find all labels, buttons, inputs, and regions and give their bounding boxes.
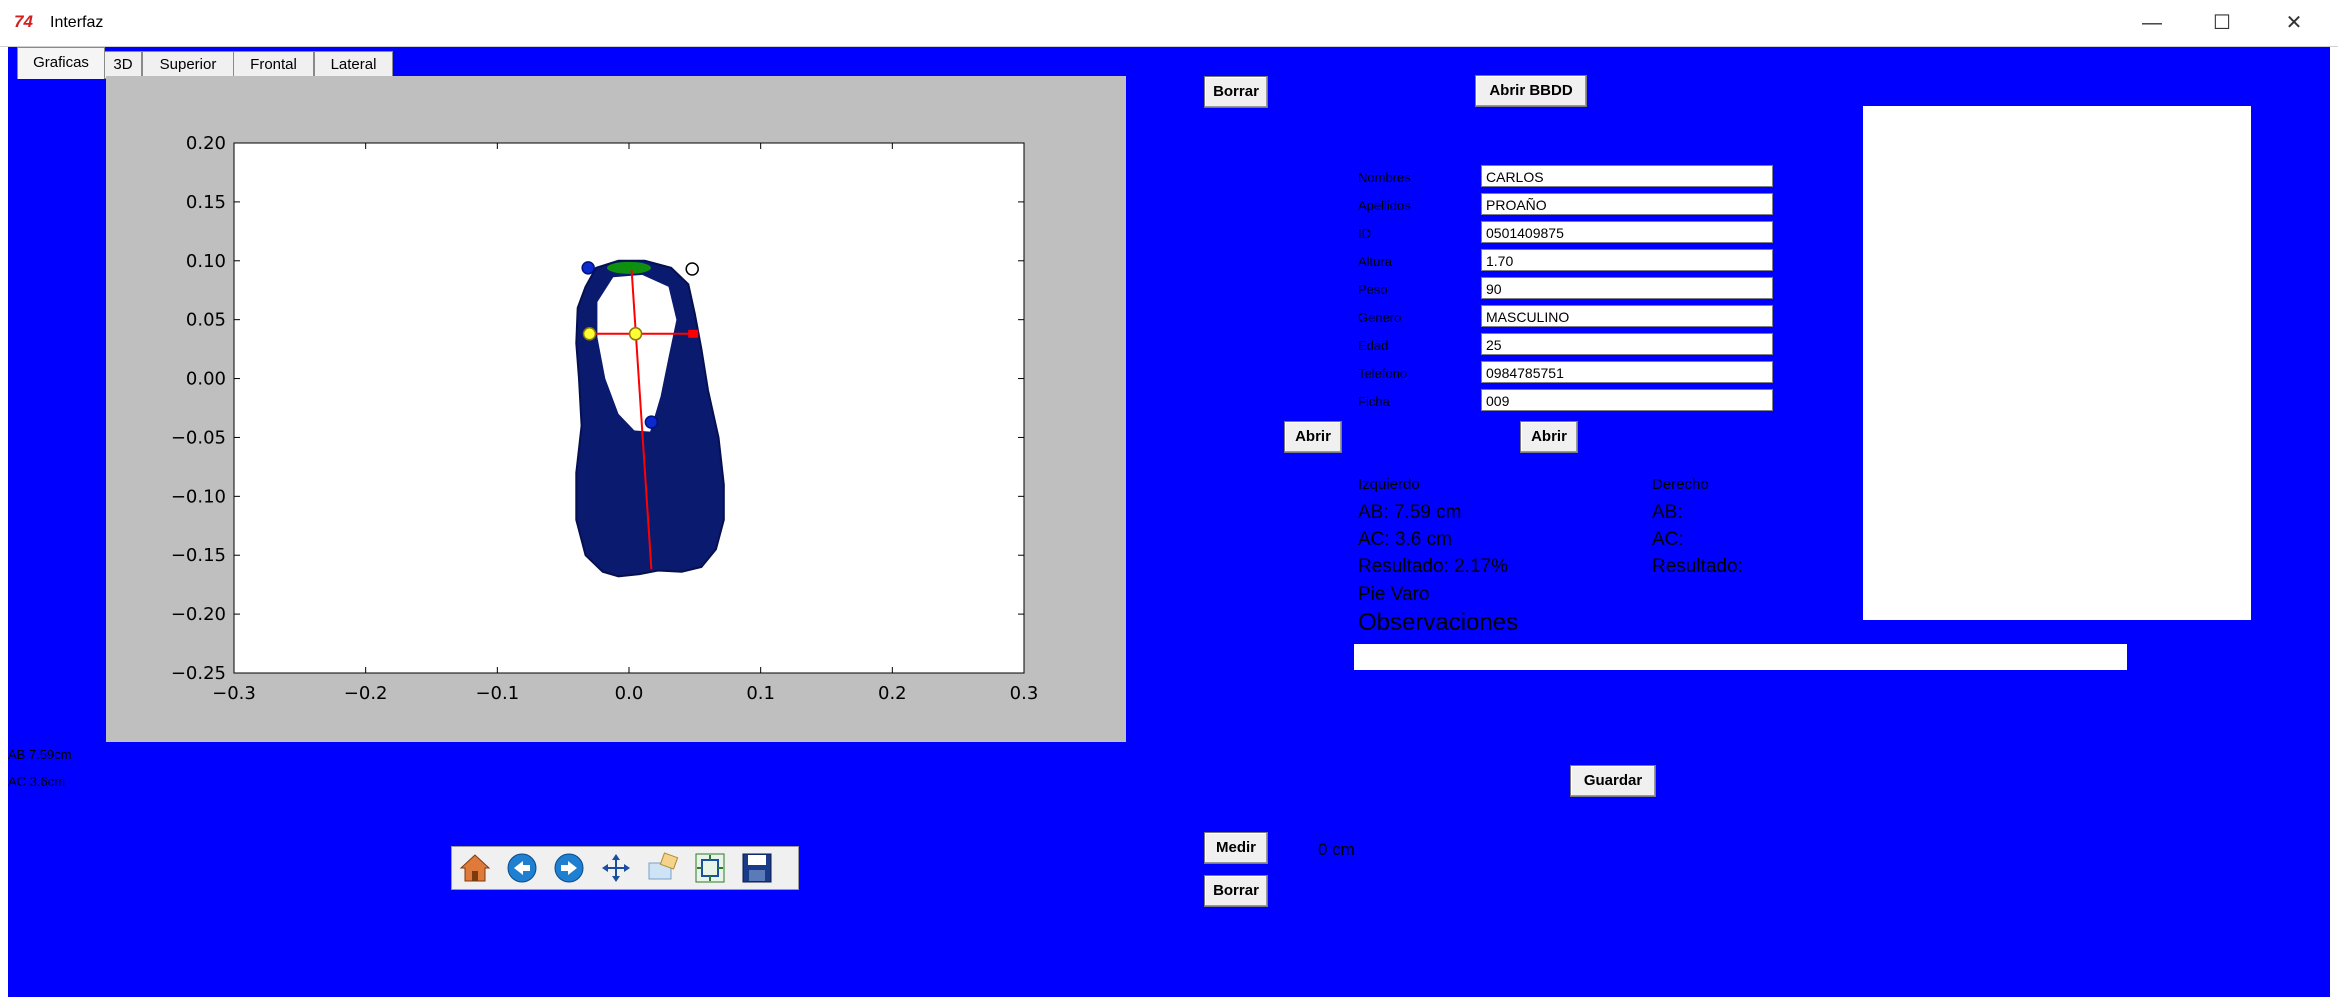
id-label: ID: [1358, 226, 1371, 241]
edad-field[interactable]: 25: [1481, 333, 1773, 355]
telefono-label: Telefono: [1358, 366, 1408, 381]
tab-lateral[interactable]: Lateral: [314, 51, 393, 79]
y-tick-label: 0.20: [186, 133, 226, 154]
y-tick-label: 0.00: [186, 369, 226, 390]
y-tick-label: −0.25: [171, 663, 226, 684]
ficha-field[interactable]: 009: [1481, 389, 1773, 411]
window-title: Interfaz: [50, 14, 104, 31]
apellidos-label: Apellidos: [1358, 198, 1411, 213]
tab-superior[interactable]: Superior: [142, 51, 234, 79]
right-ab-result: AB:: [1652, 502, 1683, 523]
x-tick-label: −0.1: [475, 683, 519, 704]
left-ac-result: AC: 3.6 cm: [1358, 529, 1452, 550]
edad-label: Edad: [1358, 338, 1389, 353]
abrir-bbdd-button[interactable]: Abrir BBDD: [1475, 75, 1587, 107]
left-resultado: Resultado: 2.17%: [1358, 556, 1508, 577]
left-pie-type: Pie Varo: [1358, 584, 1430, 605]
derecho-label: Derecho: [1652, 476, 1709, 493]
save-icon[interactable]: [740, 851, 774, 885]
apellidos-field[interactable]: PROAÑO: [1481, 193, 1773, 215]
main-window-area: Graficas 3D Superior Frontal Lateral −0.…: [8, 47, 2330, 997]
configure-subplots-icon[interactable]: [693, 851, 727, 885]
id-field[interactable]: 0501409875: [1481, 221, 1773, 243]
plot-canvas-frame: −0.3 −0.2 −0.1 0.0 0.1 0.2 0.3 0.20 0.15 0.10 0.05…: [106, 76, 1126, 742]
data-point: [685, 262, 699, 276]
width-end-marker: [688, 329, 699, 338]
ficha-label: Ficha: [1358, 394, 1390, 409]
nombres-field[interactable]: CARLOS: [1481, 165, 1773, 187]
abrir-left-button[interactable]: Abrir: [1284, 421, 1342, 453]
side-ab-readout: AB 7.59cm: [8, 747, 72, 762]
back-arrow-icon[interactable]: [505, 851, 539, 885]
y-tick-label: −0.15: [171, 545, 226, 566]
observaciones-label: Observaciones: [1358, 609, 1519, 636]
genero-field[interactable]: MASCULINO: [1481, 305, 1773, 327]
y-tick-label: 0.05: [186, 310, 226, 331]
pan-icon[interactable]: [599, 851, 633, 885]
x-tick-label: 0.1: [746, 683, 775, 704]
telefono-field[interactable]: 0984785751: [1481, 361, 1773, 383]
y-tick-label: −0.20: [171, 604, 226, 625]
right-ac-result: AC:: [1652, 529, 1684, 550]
home-icon[interactable]: [458, 851, 492, 885]
right-resultado: Resultado:: [1652, 556, 1743, 577]
toe-marker: [607, 261, 651, 274]
tab-graficas[interactable]: Graficas: [17, 47, 105, 79]
guardar-button[interactable]: Guardar: [1570, 765, 1656, 797]
image-preview-area: [1863, 106, 2251, 620]
medir-button[interactable]: Medir: [1204, 832, 1268, 864]
measure-readout: 0 cm: [1318, 840, 1355, 859]
close-icon[interactable]: ✕: [2270, 8, 2318, 38]
observaciones-field[interactable]: [1354, 644, 2127, 670]
data-point: [628, 327, 643, 341]
data-point: [582, 327, 597, 341]
x-tick-label: 0.2: [878, 683, 907, 704]
title-bar: 74 Interfaz — ☐ ✕: [0, 0, 2338, 47]
y-tick-label: 0.10: [186, 251, 226, 272]
nombres-label: Nombres: [1358, 170, 1411, 185]
minimize-icon[interactable]: —: [2128, 8, 2176, 38]
zoom-icon[interactable]: [646, 851, 680, 885]
genero-label: Genero: [1358, 310, 1402, 325]
data-point: [644, 415, 659, 429]
x-tick-label: −0.3: [212, 683, 256, 704]
tk-feather-icon: 74: [14, 12, 33, 31]
y-tick-label: −0.05: [171, 427, 226, 448]
y-tick-label: 0.15: [186, 192, 226, 213]
izquierdo-label: Izquierdo: [1358, 476, 1420, 493]
peso-label: Peso: [1358, 282, 1388, 297]
x-tick-label: 0.3: [1010, 683, 1039, 704]
footprint-plot[interactable]: −0.3 −0.2 −0.1 0.0 0.1 0.2 0.3 0.20 0.15 0.10 0.05…: [106, 76, 1126, 742]
maximize-icon[interactable]: ☐: [2198, 8, 2246, 38]
x-tick-label: −0.2: [344, 683, 388, 704]
forward-arrow-icon[interactable]: [552, 851, 586, 885]
x-tick-label: 0.0: [615, 683, 644, 704]
tab-3d[interactable]: 3D: [104, 51, 142, 79]
peso-field[interactable]: 90: [1481, 277, 1773, 299]
side-ac-readout: AC 3.6cm: [8, 774, 66, 789]
plot-toolbar: [451, 846, 799, 890]
tab-frontal[interactable]: Frontal: [233, 51, 314, 79]
data-point: [581, 261, 595, 275]
borrar-top-button[interactable]: Borrar: [1204, 76, 1268, 108]
borrar-bottom-button[interactable]: Borrar: [1204, 875, 1268, 907]
altura-field[interactable]: 1.70: [1481, 249, 1773, 271]
y-tick-label: −0.10: [171, 486, 226, 507]
altura-label: Altura: [1358, 254, 1392, 269]
abrir-right-button[interactable]: Abrir: [1520, 421, 1578, 453]
left-ab-result: AB: 7.59 cm: [1358, 502, 1462, 523]
